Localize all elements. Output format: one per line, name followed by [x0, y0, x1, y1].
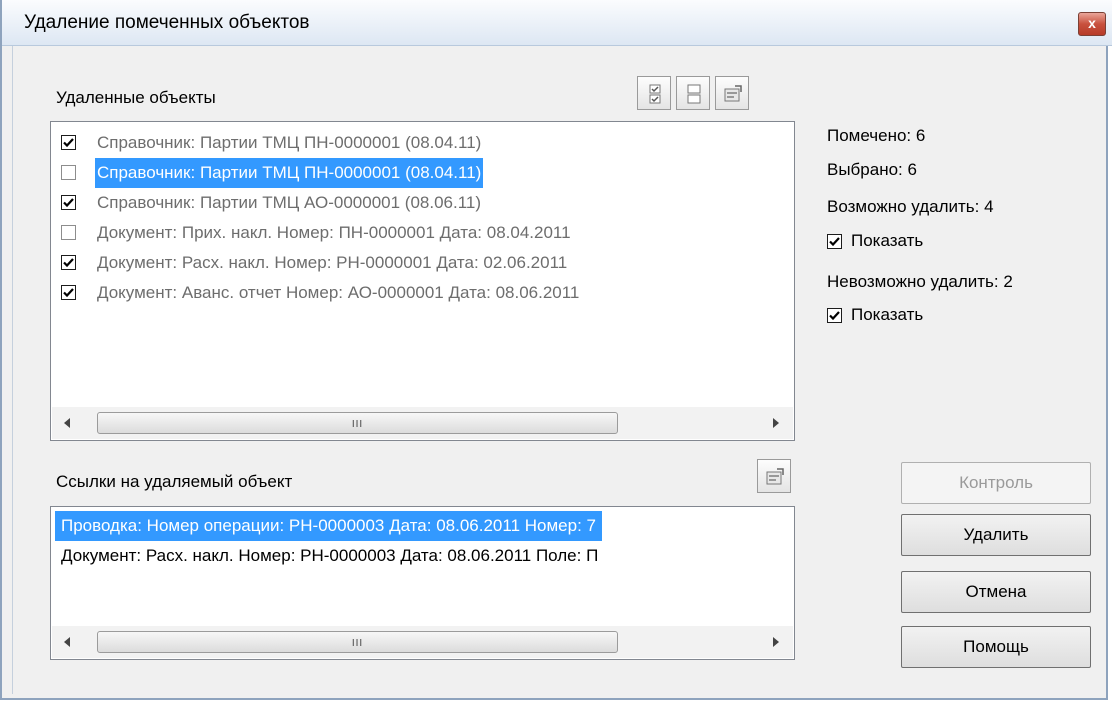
scroll-left-arrow[interactable]	[52, 626, 84, 658]
deleted-objects-label: Удаленные объекты	[56, 88, 216, 107]
scroll-left-arrow[interactable]	[52, 407, 84, 439]
list-item[interactable]: Проводка: Номер операции: РН-0000003 Дат…	[55, 511, 602, 541]
grip-icon: III	[351, 638, 364, 649]
show-cannot-delete-checkbox[interactable]	[827, 308, 842, 323]
cannot-delete-count: Невозможно удалить: 2	[827, 272, 1013, 291]
item-text: Справочник: Партии ТМЦ ПН-0000001 (08.04…	[95, 158, 484, 188]
selected-count: Выбрано: 6	[827, 160, 917, 179]
show-can-delete-checkbox[interactable]	[827, 234, 842, 249]
marked-count: Помечено: 6	[827, 126, 926, 145]
scrollbar-thumb[interactable]: III	[97, 631, 618, 653]
help-button[interactable]: Помощь	[901, 626, 1091, 668]
item-checkbox[interactable]	[61, 255, 76, 270]
uncheck-all-button[interactable]	[676, 76, 710, 110]
can-delete-count: Возможно удалить: 4	[827, 197, 994, 216]
window-title: Удаление помеченных объектов	[24, 12, 310, 33]
dialog-content: Удаленные объекты Справочник: Партии ТМЦ…	[12, 46, 1101, 694]
item-checkbox[interactable]	[61, 135, 76, 150]
deleted-objects-list[interactable]: Справочник: Партии ТМЦ ПН-0000001 (08.04…	[50, 121, 795, 441]
open-reference-button[interactable]	[757, 459, 791, 493]
show-can-delete-label: Показать	[851, 231, 924, 250]
references-list[interactable]: Проводка: Номер операции: РН-0000003 Дат…	[50, 506, 795, 660]
scroll-right-arrow[interactable]	[761, 626, 793, 658]
open-object-button[interactable]	[715, 76, 749, 110]
item-checkbox[interactable]	[61, 165, 76, 180]
item-checkbox[interactable]	[61, 225, 76, 240]
references-label: Ссылки на удаляемый объект	[56, 472, 293, 491]
horizontal-scrollbar[interactable]: III	[52, 407, 793, 439]
item-text: Справочник: Партии ТМЦ ПН-0000001 (08.04…	[97, 133, 482, 152]
show-cannot-delete-label: Показать	[851, 305, 924, 324]
item-checkbox[interactable]	[61, 285, 76, 300]
delete-marked-dialog: Удаление помеченных объектов x Удаленные…	[0, 0, 1112, 700]
control-button[interactable]: Контроль	[901, 462, 1091, 504]
horizontal-scrollbar[interactable]: III	[52, 626, 793, 658]
scroll-right-arrow[interactable]	[761, 407, 793, 439]
close-button[interactable]: x	[1078, 12, 1106, 36]
check-all-button[interactable]	[637, 76, 671, 110]
delete-button[interactable]: Удалить	[901, 514, 1091, 556]
item-text: Документ: Расх. накл. Номер: РН-0000001 …	[97, 253, 568, 272]
scrollbar-thumb[interactable]: III	[97, 412, 618, 434]
item-text: Документ: Аванс. отчет Номер: АО-0000001…	[97, 283, 580, 302]
item-text: Документ: Прих. накл. Номер: ПН-0000001 …	[97, 223, 571, 242]
item-text: Справочник: Партии ТМЦ АО-0000001 (08.06…	[97, 193, 482, 212]
grip-icon: III	[351, 419, 364, 430]
list-item[interactable]: Документ: Расх. накл. Номер: РН-0000003 …	[55, 541, 604, 571]
title-bar: Удаление помеченных объектов x	[2, 0, 1112, 46]
cancel-button[interactable]: Отмена	[901, 571, 1091, 613]
item-checkbox[interactable]	[61, 195, 76, 210]
